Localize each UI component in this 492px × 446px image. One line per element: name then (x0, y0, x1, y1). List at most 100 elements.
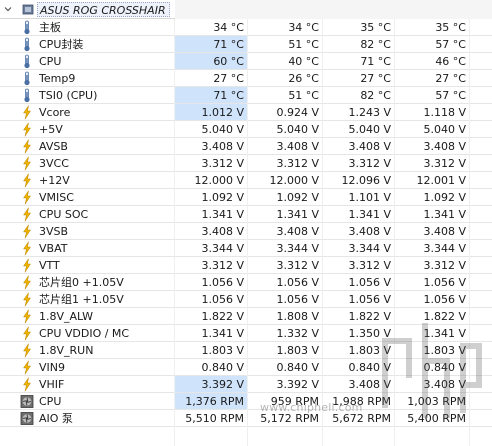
lightning-icon (20, 326, 34, 341)
sensor-label: Temp9 (39, 72, 76, 85)
sensor-row[interactable]: +12V 12.000 V 12.000 V 12.096 V 12.001 V (0, 172, 492, 189)
current-value: 12.000 V (194, 174, 244, 187)
sensor-row[interactable]: CPU 1,376 RPM 959 RPM 1,988 RPM 1,003 RPM (0, 393, 492, 410)
sensor-row[interactable]: 芯片组0 +1.05V 1.056 V 1.056 V 1.056 V 1.056 V (0, 274, 492, 291)
sensor-row[interactable]: VHIF 3.392 V 3.392 V 3.408 V 3.408 V (0, 376, 492, 393)
min-value: 1.056 V (276, 276, 319, 289)
max-value: 27 °C (360, 72, 391, 85)
sensor-row[interactable]: VBAT 3.344 V 3.344 V 3.344 V 3.344 V (0, 240, 492, 257)
max-value: 0.840 V (348, 361, 391, 374)
average-value: 1.341 V (423, 208, 466, 221)
device-name: ASUS ROG CROSSHAIR ... (37, 2, 170, 17)
sensor-label: 1.8V_RUN (39, 344, 94, 357)
max-value: 1.803 V (348, 344, 391, 357)
sensor-row[interactable]: CPU 60 °C 40 °C 71 °C 46 °C (0, 53, 492, 70)
sensor-row[interactable]: CPU VDDIO / MC 1.341 V 1.332 V 1.350 V 1.341… (0, 325, 492, 342)
average-value: 0.840 V (423, 361, 466, 374)
sensor-label: 主板 (39, 21, 61, 34)
sensor-label: CPU (39, 55, 62, 68)
current-value: 5.040 V (201, 123, 244, 136)
average-value: 1.341 V (423, 327, 466, 340)
header-row-background (175, 0, 492, 19)
lightning-icon (20, 258, 34, 273)
average-value: 1,003 RPM (407, 395, 466, 408)
sensor-row[interactable]: TSI0 (CPU) 71 °C 51 °C 82 °C 57 °C (0, 87, 492, 104)
sensor-label: CPU SOC (39, 208, 89, 221)
device-header-row[interactable]: ASUS ROG CROSSHAIR ... (0, 0, 492, 19)
current-value: 71 °C (174, 87, 247, 103)
average-value: 3.408 V (423, 378, 466, 391)
min-value: 1.056 V (276, 293, 319, 306)
lightning-icon (20, 139, 34, 154)
sensor-row[interactable]: AIO 泵 5,510 RPM 5,172 RPM 5,672 RPM 5,400 RP… (0, 410, 492, 427)
min-value: 51 °C (288, 38, 319, 51)
average-value: 46 °C (435, 55, 466, 68)
average-value: 3.344 V (423, 242, 466, 255)
max-value: 3.408 V (348, 378, 391, 391)
average-value: 1.822 V (423, 310, 466, 323)
sensor-row[interactable]: 3VSB 3.408 V 3.408 V 3.408 V 3.408 V (0, 223, 492, 240)
current-value: 34 °C (213, 21, 244, 34)
fan-icon (20, 411, 34, 426)
sensor-row[interactable]: 主板 34 °C 34 °C 35 °C 35 °C (0, 19, 492, 36)
sensor-row[interactable]: +5V 5.040 V 5.040 V 5.040 V 5.040 V (0, 121, 492, 138)
lightning-icon (20, 292, 34, 307)
max-value: 1.350 V (348, 327, 391, 340)
current-value: 3.344 V (201, 242, 244, 255)
sensor-row[interactable]: Temp9 27 °C 26 °C 27 °C 27 °C (0, 70, 492, 87)
sensor-label: 1.8V_ALW (39, 310, 94, 323)
min-value: 0.840 V (276, 361, 319, 374)
sensor-label: TSI0 (CPU) (39, 89, 98, 102)
min-value: 1.803 V (276, 344, 319, 357)
thermometer-icon (20, 88, 34, 103)
sensor-label: CPU封装 (39, 38, 84, 51)
lightning-icon (20, 122, 34, 137)
min-value: 3.344 V (276, 242, 319, 255)
current-value: 1.341 V (201, 208, 244, 221)
motherboard-chip-icon (22, 4, 34, 15)
sensor-label: VBAT (39, 242, 68, 255)
sensor-row[interactable]: AVSB 3.408 V 3.408 V 3.408 V 3.408 V (0, 138, 492, 155)
column-divider (322, 19, 323, 446)
average-value: 27 °C (435, 72, 466, 85)
current-value: 0.840 V (201, 361, 244, 374)
collapse-chevron-icon[interactable] (4, 5, 12, 13)
lightning-icon (20, 156, 34, 171)
sensor-row[interactable]: VIN9 0.840 V 0.840 V 0.840 V 0.840 V (0, 359, 492, 376)
lightning-icon (20, 377, 34, 392)
min-value: 5.040 V (276, 123, 319, 136)
min-value: 1.092 V (276, 191, 319, 204)
min-value: 1.341 V (276, 208, 319, 221)
max-value: 35 °C (360, 21, 391, 34)
average-value: 5,400 RPM (407, 412, 466, 425)
max-value: 1.341 V (348, 208, 391, 221)
current-value: 1.012 V (174, 104, 247, 120)
max-value: 82 °C (360, 89, 391, 102)
max-value: 3.408 V (348, 140, 391, 153)
sensor-label: VIN9 (39, 361, 65, 374)
sensor-row[interactable]: 1.8V_ALW 1.822 V 1.808 V 1.822 V 1.822 V (0, 308, 492, 325)
average-value: 5.040 V (423, 123, 466, 136)
min-value: 3.312 V (276, 157, 319, 170)
sensor-row[interactable]: CPU SOC 1.341 V 1.341 V 1.341 V 1.341 V (0, 206, 492, 223)
min-value: 51 °C (288, 89, 319, 102)
lightning-icon (20, 224, 34, 239)
current-value: 1.056 V (201, 276, 244, 289)
sensor-label: CPU VDDIO / MC (39, 327, 130, 340)
sensor-table: ASUS ROG CROSSHAIR ... 主板 34 °C 34 °C 35 °C… (0, 0, 492, 427)
lightning-icon (20, 105, 34, 120)
sensor-row[interactable]: Vcore 1.012 V 0.924 V 1.243 V 1.118 V (0, 104, 492, 121)
current-value: 27 °C (213, 72, 244, 85)
sensor-row[interactable]: VTT 3.312 V 3.312 V 3.312 V 3.312 V (0, 257, 492, 274)
max-value: 1.056 V (348, 276, 391, 289)
sensor-label: VTT (39, 259, 60, 272)
sensor-row[interactable]: 3VCC 3.312 V 3.312 V 3.312 V 3.312 V (0, 155, 492, 172)
sensor-row[interactable]: VMISC 1.092 V 1.092 V 1.101 V 1.092 V (0, 189, 492, 206)
sensor-row[interactable]: 芯片组1 +1.05V 1.056 V 1.056 V 1.056 V 1.056 V (0, 291, 492, 308)
sensor-row[interactable]: CPU封装 71 °C 51 °C 82 °C 57 °C (0, 36, 492, 53)
sensor-label: 3VCC (39, 157, 69, 170)
max-value: 71 °C (360, 55, 391, 68)
sensor-row[interactable]: 1.8V_RUN 1.803 V 1.803 V 1.803 V 1.803 V (0, 342, 492, 359)
max-value: 5.040 V (348, 123, 391, 136)
min-value: 3.392 V (276, 378, 319, 391)
